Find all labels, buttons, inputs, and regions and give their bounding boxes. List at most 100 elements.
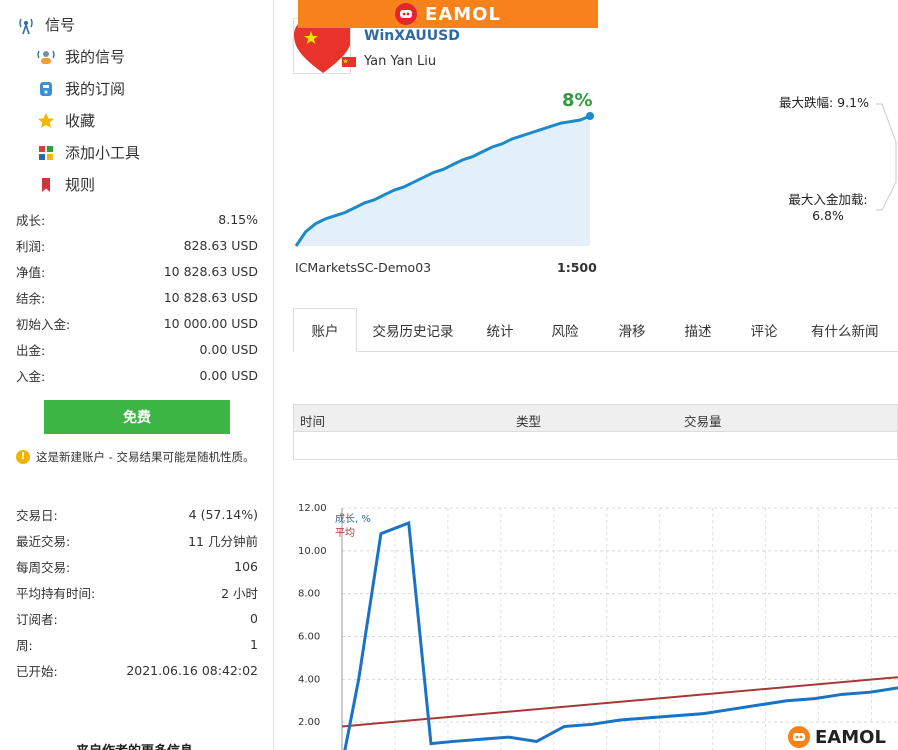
- stat-label: 初始入金:: [16, 316, 71, 332]
- stat-label: 周:: [16, 637, 33, 653]
- nav-my-signals[interactable]: 我的信号: [36, 46, 125, 67]
- broker-server: ICMarketsSC-Demo03: [295, 260, 432, 275]
- y-tick-label: 10.00: [298, 546, 327, 557]
- left-sidebar: 信号 我的信号 我的订阅 收藏 添加小工具 规则 成长: 8.15% 利润: 828…: [0, 0, 274, 750]
- y-tick-label: 6.00: [298, 632, 320, 643]
- stat-value: 828.63 USD: [183, 237, 258, 253]
- stat-row: 交易日: 4 (57.14%): [16, 501, 258, 527]
- stat-label: 成长:: [16, 212, 46, 228]
- stat-row: 订阅者: 0: [16, 605, 258, 631]
- stat-row: 结余: 10 828.63 USD: [16, 284, 258, 310]
- gauge-outline: [876, 103, 897, 211]
- stat-label: 入金:: [16, 368, 46, 384]
- warning-icon: !: [16, 450, 30, 464]
- positions-table-body: [293, 432, 898, 460]
- stat-label: 出金:: [16, 342, 46, 358]
- signals-header-label: 信号: [45, 16, 76, 34]
- tab-slippage[interactable]: 滑移: [599, 308, 665, 352]
- stat-row: 最近交易: 11 几分钟前: [16, 527, 258, 553]
- tab-trade-history[interactable]: 交易历史记录: [357, 308, 469, 352]
- tab-description[interactable]: 描述: [665, 308, 731, 352]
- subscription-icon: [36, 79, 56, 99]
- max-deposit-load-label: 最大入金加载:: [788, 192, 868, 207]
- stat-value: 1: [250, 636, 258, 652]
- stat-label: 交易日:: [16, 507, 58, 523]
- tab-reviews[interactable]: 评论: [731, 308, 797, 352]
- tab-account[interactable]: 账户: [293, 308, 357, 352]
- stat-label: 最近交易:: [16, 533, 71, 549]
- stat-value: 8.15%: [218, 211, 258, 227]
- positions-table-header: 时间 类型 交易量: [293, 404, 898, 432]
- stat-row: 初始入金: 10 000.00 USD: [16, 310, 258, 336]
- column-volume: 交易量: [684, 414, 722, 429]
- chart-y-ticks: 12.00 10.00 8.00 6.00 4.00 2.00: [298, 503, 327, 728]
- author-info[interactable]: Yan Yan Liu: [342, 54, 436, 69]
- stat-row: 利润: 828.63 USD: [16, 232, 258, 258]
- brand-logo-text: EAMOL: [815, 726, 886, 748]
- max-deposit-load-value: 6.8%: [812, 208, 844, 223]
- nav-rules[interactable]: 规则: [36, 174, 95, 195]
- stat-label: 每周交易:: [16, 559, 71, 575]
- tab-risk[interactable]: 风险: [531, 308, 599, 352]
- nav-favorites-label: 收藏: [65, 112, 96, 130]
- tab-news[interactable]: 有什么新闻: [797, 308, 897, 352]
- account-stats: 成长: 8.15% 利润: 828.63 USD 净值: 10 828.63 USD …: [16, 206, 258, 388]
- stat-value: 10 000.00 USD: [163, 315, 258, 331]
- max-drawdown: 最大跌幅: 9.1%: [779, 95, 869, 110]
- subscribe-free-button[interactable]: 免费: [44, 400, 230, 434]
- signal-name[interactable]: WinXAUUSD: [364, 28, 460, 44]
- column-type: 类型: [516, 414, 542, 429]
- stat-value: 10 828.63 USD: [163, 289, 258, 305]
- legend-growth: 成长, %: [335, 513, 371, 525]
- stat-value: 106: [234, 558, 258, 574]
- robot-logo-icon: [788, 726, 810, 748]
- tab-statistics[interactable]: 统计: [469, 308, 531, 352]
- nav-rules-label: 规则: [65, 176, 96, 194]
- growth-endpoint: [586, 112, 594, 120]
- y-tick-label: 2.00: [298, 717, 320, 728]
- stat-value: 11 几分钟前: [188, 533, 258, 549]
- stat-value: 0.00 USD: [199, 341, 258, 357]
- stat-value: 0: [250, 610, 258, 626]
- stat-value: 2021.06.16 08:42:02: [126, 662, 258, 678]
- nav-my-subscriptions[interactable]: 我的订阅: [36, 78, 125, 99]
- stat-row: 净值: 10 828.63 USD: [16, 258, 258, 284]
- stat-value: 10 828.63 USD: [163, 263, 258, 279]
- stat-label: 利润:: [16, 238, 46, 254]
- star-icon: [36, 111, 56, 131]
- chart-grid: [342, 507, 898, 750]
- stat-row: 已开始: 2021.06.16 08:42:02: [16, 657, 258, 683]
- nav-my-subscriptions-label: 我的订阅: [65, 80, 126, 98]
- nav-add-widget-label: 添加小工具: [65, 144, 141, 162]
- robot-logo-icon: [395, 3, 418, 25]
- stat-label: 结余:: [16, 290, 46, 306]
- column-time: 时间: [300, 414, 326, 429]
- stat-row: 出金: 0.00 USD: [16, 336, 258, 362]
- legend-average: 平均: [335, 527, 355, 539]
- notice-text: 这是新建账户 - 交易结果可能是随机性质。: [36, 450, 255, 464]
- nav-add-widget[interactable]: 添加小工具: [36, 142, 140, 163]
- stat-label: 已开始:: [16, 663, 58, 679]
- nav-my-signals-label: 我的信号: [65, 48, 126, 66]
- more-info-heading: 来自作者的更多信息: [76, 740, 193, 750]
- new-account-notice: ! 这是新建账户 - 交易结果可能是随机性质。: [16, 448, 256, 466]
- antenna-icon: [16, 15, 36, 35]
- growth-mini-chart: 8%: [294, 90, 594, 247]
- brand-logo-bottom: EAMOL: [788, 724, 898, 750]
- trading-stats: 交易日: 4 (57.14%) 最近交易: 11 几分钟前 每周交易: 106 平均持…: [16, 501, 258, 683]
- growth-percent-label: 8%: [562, 90, 593, 111]
- nav-favorites[interactable]: 收藏: [36, 110, 95, 131]
- signals-header[interactable]: 信号: [16, 14, 75, 35]
- stat-value: 4 (57.14%): [188, 506, 258, 522]
- growth-chart: 12.00 10.00 8.00 6.00 4.00 2.00 成长, % 平均: [298, 503, 898, 750]
- stat-row: 周: 1: [16, 631, 258, 657]
- brand-logo-text: EAMOL: [425, 3, 501, 25]
- signal-user-icon: [36, 47, 56, 67]
- y-tick-label: 4.00: [298, 674, 320, 685]
- brand-logo-top: EAMOL: [298, 0, 598, 28]
- leverage-value: 1:500: [557, 260, 597, 275]
- stat-row: 成长: 8.15%: [16, 206, 258, 232]
- stat-row: 每周交易: 106: [16, 553, 258, 579]
- y-tick-label: 8.00: [298, 589, 320, 600]
- signal-tabs: 账户 交易历史记录 统计 风险 滑移 描述 评论 有什么新闻: [293, 308, 898, 352]
